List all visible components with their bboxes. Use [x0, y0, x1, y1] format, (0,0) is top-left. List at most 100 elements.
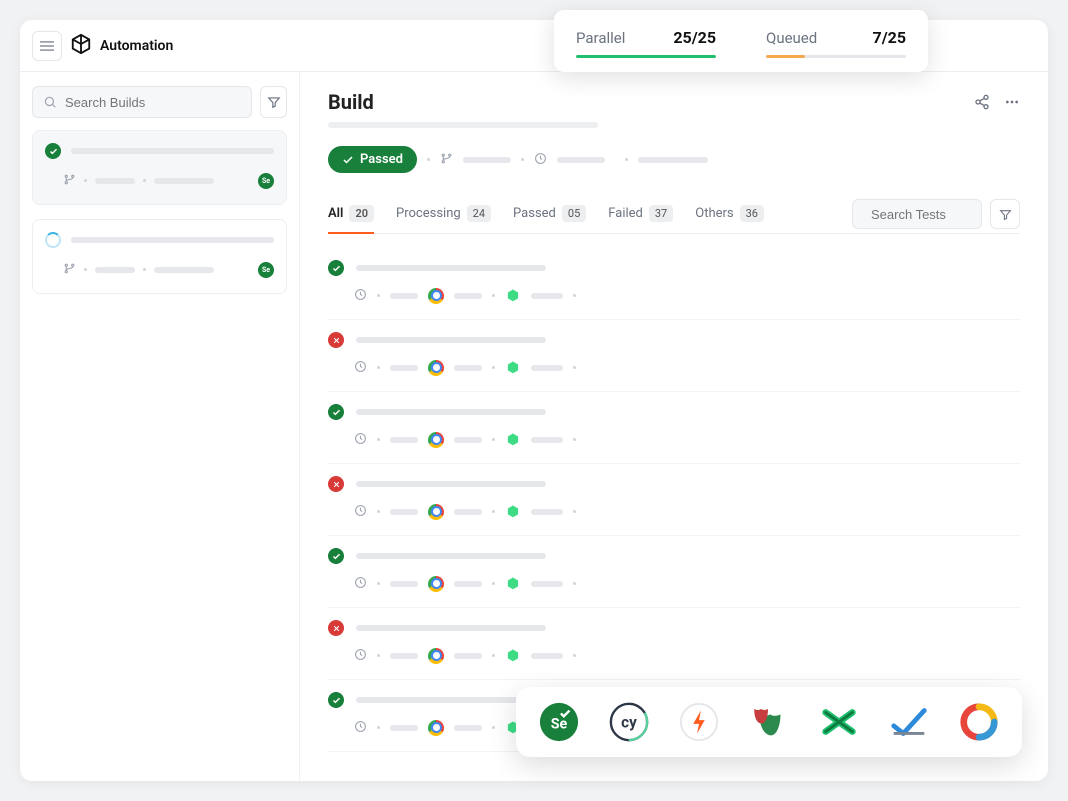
stat-parallel-value: 25/25: [673, 28, 716, 47]
status-fail-icon: [328, 332, 344, 348]
tab-count: 20: [349, 205, 374, 222]
clock-icon: [354, 430, 367, 449]
search-icon: [43, 95, 57, 109]
chrome-icon: [428, 288, 444, 304]
clock-icon: [354, 358, 367, 377]
cypress-icon: cy: [608, 701, 650, 743]
playwright-icon: [748, 701, 790, 743]
framework-testcafe[interactable]: [958, 701, 1000, 743]
svg-text:cy: cy: [621, 714, 637, 732]
clock-icon: [354, 718, 367, 737]
clock-icon: [354, 574, 367, 593]
swirl-icon: [958, 701, 1000, 743]
framework-lightning[interactable]: [678, 701, 720, 743]
chrome-icon: [428, 432, 444, 448]
tab-others[interactable]: Others 36: [695, 195, 764, 234]
tab-count: 24: [467, 205, 491, 222]
main-panel: Build Passed: [300, 72, 1048, 781]
clock-icon: [354, 286, 367, 305]
framework-xcui[interactable]: [818, 701, 860, 743]
share-icon: [974, 94, 990, 110]
builds-filter-button[interactable]: [260, 86, 287, 118]
queue-stats-card: Parallel 25/25 Queued 7/25: [554, 10, 928, 72]
test-row[interactable]: ⬢: [328, 536, 1020, 608]
stat-parallel: Parallel 25/25: [576, 28, 716, 58]
chrome-icon: [428, 504, 444, 520]
clock-icon: [534, 150, 547, 169]
check-icon: [342, 154, 354, 166]
filter-icon: [267, 95, 281, 109]
tabs: All 20 Processing 24 Passed 05 Failed 37 Others 3…: [328, 195, 1020, 234]
tab-count: 05: [562, 205, 586, 222]
hamburger-icon: [40, 39, 54, 53]
tab-label: Failed: [608, 206, 643, 221]
tests-search[interactable]: [852, 199, 982, 229]
status-pass-icon: [328, 260, 344, 276]
tests-filter-button[interactable]: [990, 199, 1020, 229]
tab-passed[interactable]: Passed 05: [513, 195, 586, 234]
svg-text:Se: Se: [551, 717, 568, 733]
framework-playwright[interactable]: [748, 701, 790, 743]
x-icon: [818, 701, 860, 743]
tab-count: 37: [649, 205, 673, 222]
tab-count: 36: [740, 205, 764, 222]
branch-icon: [63, 171, 76, 190]
chrome-icon: [428, 576, 444, 592]
lightning-icon: [678, 701, 720, 743]
test-row[interactable]: ⬢: [328, 608, 1020, 680]
test-row[interactable]: ⬢: [328, 248, 1020, 320]
build-item[interactable]: Se: [32, 130, 287, 205]
tests-search-input[interactable]: [871, 207, 1047, 222]
builds-search[interactable]: [32, 86, 252, 118]
selenium-badge: Se: [258, 262, 274, 278]
test-row[interactable]: ⬢: [328, 320, 1020, 392]
status-fail-icon: [328, 620, 344, 636]
stat-queued-label: Queued: [766, 29, 817, 47]
chrome-icon: [428, 720, 444, 736]
framework-selenium[interactable]: Se: [538, 701, 580, 743]
filter-icon: [999, 208, 1012, 221]
clock-icon: [354, 502, 367, 521]
clock-icon: [354, 646, 367, 665]
chrome-icon: [428, 360, 444, 376]
app-window: Parallel 25/25 Queued 7/25 Automation: [20, 20, 1048, 781]
tab-label: All: [328, 206, 343, 221]
stat-queued: Queued 7/25: [766, 28, 906, 58]
build-subtitle-placeholder: [328, 122, 598, 128]
tab-label: Passed: [513, 206, 556, 221]
test-row[interactable]: ⬢: [328, 464, 1020, 536]
android-icon: ⬢: [505, 432, 521, 448]
stat-queued-value: 7/25: [873, 28, 906, 47]
more-button[interactable]: [1004, 94, 1020, 110]
build-item[interactable]: Se: [32, 219, 287, 294]
frameworks-dock: Se cy: [516, 687, 1022, 757]
framework-appium[interactable]: [888, 701, 930, 743]
tab-label: Others: [695, 206, 733, 221]
build-meta: Passed: [328, 146, 1020, 173]
branch-icon: [440, 150, 453, 169]
brand-icon: [70, 33, 92, 59]
tests-list: ⬢ ⬢ ⬢ ⬢: [328, 248, 1020, 752]
status-running-icon: [45, 232, 61, 248]
android-icon: ⬢: [505, 360, 521, 376]
tab-processing[interactable]: Processing 24: [396, 195, 491, 234]
stat-parallel-label: Parallel: [576, 29, 625, 47]
tab-label: Processing: [396, 206, 461, 221]
share-button[interactable]: [974, 94, 990, 110]
chrome-icon: [428, 648, 444, 664]
status-pass-icon: [328, 404, 344, 420]
tab-failed[interactable]: Failed 37: [608, 195, 673, 234]
builds-search-input[interactable]: [65, 95, 241, 110]
status-chip-passed: Passed: [328, 146, 417, 173]
check-angle-icon: [888, 701, 930, 743]
status-pass-icon: [328, 692, 344, 708]
more-icon: [1004, 94, 1020, 110]
android-icon: ⬢: [505, 504, 521, 520]
sidebar: Se Se: [20, 72, 300, 781]
menu-button[interactable]: [32, 31, 62, 61]
status-fail-icon: [328, 476, 344, 492]
tab-all[interactable]: All 20: [328, 195, 374, 234]
test-row[interactable]: ⬢: [328, 392, 1020, 464]
framework-cypress[interactable]: cy: [608, 701, 650, 743]
android-icon: ⬢: [505, 576, 521, 592]
